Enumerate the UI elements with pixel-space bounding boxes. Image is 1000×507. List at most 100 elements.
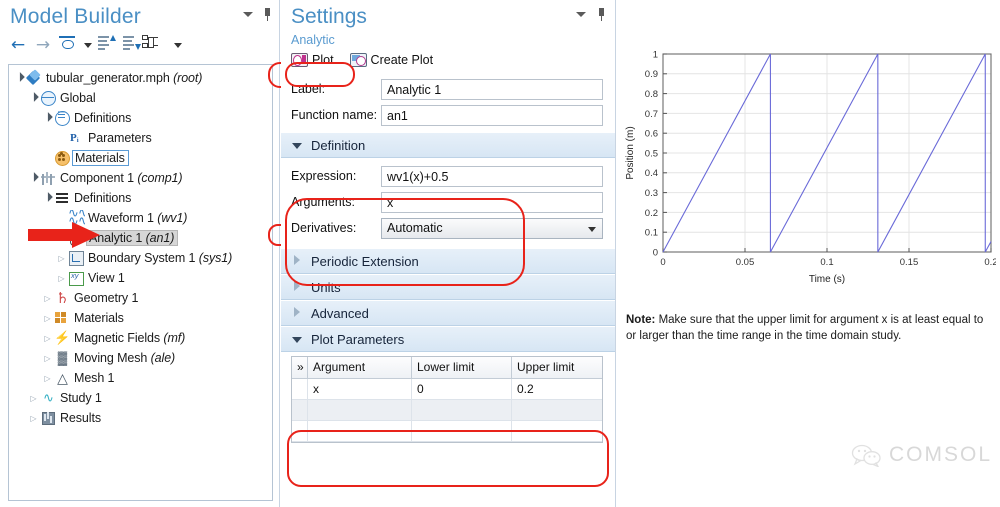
- plot-button[interactable]: Plot: [291, 53, 334, 67]
- tree-node-label: View 1: [88, 271, 125, 285]
- tree-node-moving-mesh[interactable]: ▓ Moving Mesh (ale): [9, 348, 272, 368]
- cell-lower-limit[interactable]: 0: [412, 379, 512, 399]
- chart-pane: 0 0.1 0.2 0.3 0.4 0.5 0.6 0.7 0.8 0.9 1 0 0.05 0.1 0.1…: [617, 0, 1000, 507]
- settings-pin-icon[interactable]: [596, 8, 607, 21]
- svg-text:0.2: 0.2: [984, 257, 996, 268]
- label-field-row: Label: Analytic 1: [281, 76, 615, 102]
- tree-node-magnetic-fields[interactable]: ⚡Magnetic Fields (mf): [9, 328, 272, 348]
- pin-icon[interactable]: [262, 8, 273, 21]
- chevron-down-icon[interactable]: [243, 12, 253, 17]
- tree-expander-closed-icon[interactable]: [41, 294, 54, 303]
- note-body: Make sure that the upper limit for argum…: [626, 314, 984, 342]
- tree-node-analytic-1[interactable]: Analytic 1 (an1): [9, 228, 272, 248]
- section-periodic-extension-title: Periodic Extension: [311, 253, 419, 269]
- tree-node-geometry-1[interactable]: ♄ Geometry 1: [9, 288, 272, 308]
- tree-node-waveform-1[interactable]: ∿∿∿∿Waveform 1 (wv1): [9, 208, 272, 228]
- svg-text:0.1: 0.1: [645, 228, 658, 239]
- svg-text:0: 0: [660, 257, 665, 268]
- tree-node-label: Geometry 1: [74, 291, 139, 305]
- section-advanced-title: Advanced: [311, 305, 369, 321]
- table-row-empty-2[interactable]: [292, 421, 602, 442]
- function-name-field-row: Function name: an1: [281, 102, 615, 128]
- tree-node-results[interactable]: Results: [9, 408, 272, 428]
- create-plot-button[interactable]: Create Plot: [349, 53, 433, 67]
- section-units[interactable]: Units: [281, 274, 615, 300]
- tree-expander-closed-icon[interactable]: [55, 274, 68, 283]
- tree-node-boundary-system-1[interactable]: Boundary System 1 (sys1): [9, 248, 272, 268]
- svg-text:0.4: 0.4: [645, 168, 658, 179]
- tree-node-definitions[interactable]: Definitions: [9, 108, 272, 128]
- settings-subtitle: Analytic: [291, 33, 335, 47]
- table-header-corner[interactable]: »: [292, 357, 308, 378]
- tree-expander-open-icon[interactable]: [27, 173, 40, 183]
- forward-icon[interactable]: →: [33, 35, 53, 55]
- mesh-icon: △: [57, 370, 68, 386]
- results-icon: [40, 410, 57, 426]
- tree-node-label: Magnetic Fields (mf): [74, 331, 186, 345]
- tree-expander-closed-icon[interactable]: [41, 354, 54, 363]
- section-plot-parameters[interactable]: Plot Parameters: [281, 326, 615, 352]
- expression-input[interactable]: wv1(x)+0.5: [381, 165, 603, 187]
- show-dropdown-caret-icon[interactable]: [84, 42, 92, 48]
- settings-chevron-down-icon[interactable]: [576, 12, 586, 17]
- label-input[interactable]: Analytic 1: [381, 78, 603, 100]
- section-periodic-extension[interactable]: Periodic Extension: [281, 248, 615, 274]
- plot-parameters-table[interactable]: » Argument Lower limit Upper limit x 0 0…: [291, 356, 603, 443]
- table-row-empty[interactable]: [292, 400, 602, 421]
- tree-expander-closed-icon[interactable]: [55, 254, 68, 263]
- tree-node-label: Definitions: [74, 111, 132, 125]
- svg-text:0.7: 0.7: [645, 109, 658, 120]
- tree-node-materials[interactable]: Materials: [9, 308, 272, 328]
- create-plot-icon: [349, 53, 367, 67]
- arguments-input[interactable]: x: [381, 191, 603, 213]
- tree-expander-closed-icon[interactable]: [27, 414, 40, 423]
- tree-node-global[interactable]: Global: [9, 88, 272, 108]
- tree-node-label: Moving Mesh (ale): [74, 351, 176, 365]
- component-icon: [40, 170, 57, 186]
- study-icon: ∿: [43, 390, 54, 405]
- settings-panel: Settings Analytic Plot Create Plot Label…: [281, 0, 616, 507]
- settings-titlebar: Settings: [281, 0, 615, 32]
- parameters-icon: Pᵢ: [70, 132, 79, 144]
- function-name-input[interactable]: an1: [381, 104, 603, 126]
- expand-all-icon[interactable]: [123, 35, 143, 55]
- tree-node-parameters[interactable]: Pᵢ Parameters: [9, 128, 272, 148]
- tree-node-mesh-1[interactable]: △ Mesh 1: [9, 368, 272, 388]
- table-header-lower-limit: Lower limit: [412, 357, 512, 378]
- tree-expander-closed-icon[interactable]: [41, 334, 54, 343]
- tree-expander-open-icon[interactable]: [13, 73, 26, 83]
- analytic-function-icon: [68, 229, 85, 246]
- collapse-all-icon[interactable]: [98, 35, 118, 55]
- comsol-watermark: COMSOL: [851, 443, 992, 467]
- tree-expander-closed-icon[interactable]: [41, 314, 54, 323]
- section-advanced[interactable]: Advanced: [281, 300, 615, 326]
- plot-svg: 0 0.1 0.2 0.3 0.4 0.5 0.6 0.7 0.8 0.9 1 0 0.05 0.1 0.1…: [625, 49, 998, 285]
- tree-node-component-1[interactable]: Component 1 (comp1): [9, 168, 272, 188]
- cell-upper-limit[interactable]: 0.2: [512, 379, 602, 399]
- note-text: Note: Make sure that the upper limit for…: [626, 312, 994, 344]
- svg-text:Time (s): Time (s): [809, 274, 845, 285]
- tree-expander-open-icon[interactable]: [27, 93, 40, 103]
- section-definition[interactable]: Definition: [281, 132, 615, 158]
- derivatives-select[interactable]: Automatic: [381, 217, 603, 239]
- tree-node-view-1[interactable]: View 1: [9, 268, 272, 288]
- tree-node-icon[interactable]: [142, 35, 168, 55]
- tree-expander-closed-icon[interactable]: [41, 374, 54, 383]
- label-field-label: Label:: [291, 82, 326, 96]
- cell-argument[interactable]: x: [308, 379, 412, 399]
- tree-expander-open-icon[interactable]: [41, 113, 54, 123]
- tree-node-tubular-generator-mph[interactable]: tubular_generator.mph (root): [9, 68, 272, 88]
- table-row[interactable]: x 0 0.2: [292, 379, 602, 400]
- expression-label: Expression:: [291, 169, 357, 183]
- definitions-icon: [54, 110, 71, 126]
- tree-node-definitions[interactable]: Definitions: [9, 188, 272, 208]
- tree-expander-closed-icon[interactable]: [27, 394, 40, 403]
- show-eye-icon[interactable]: [58, 35, 78, 55]
- tree-expander-open-icon[interactable]: [41, 193, 54, 203]
- back-icon[interactable]: ←: [8, 35, 28, 55]
- tree-dropdown-caret-icon[interactable]: [174, 42, 182, 48]
- model-tree[interactable]: tubular_generator.mph (root) Global Defini…: [8, 64, 273, 501]
- tree-node-study-1[interactable]: ∿ Study 1: [9, 388, 272, 408]
- tree-node-materials[interactable]: Materials: [9, 148, 272, 168]
- svg-text:0.1: 0.1: [820, 257, 833, 268]
